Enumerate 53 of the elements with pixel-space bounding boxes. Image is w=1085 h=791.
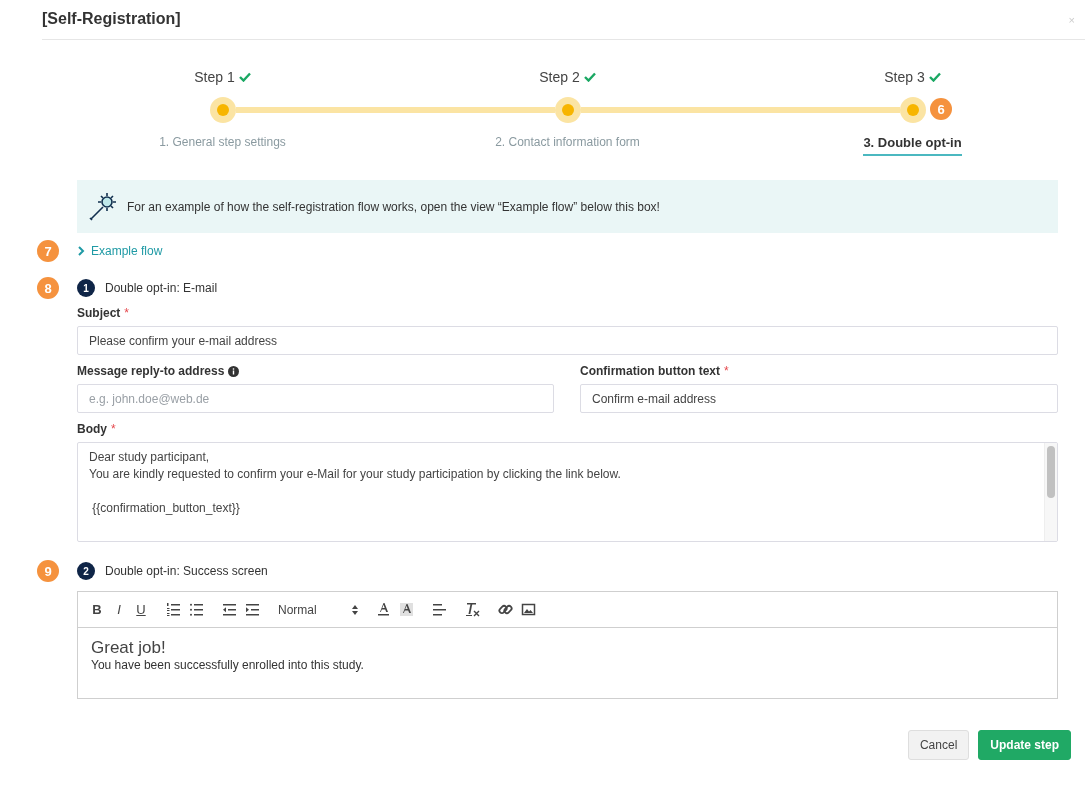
body-field[interactable]: Dear study participant, You are kindly requested to confirm your e-Mail for your study participation by clicking the link below. {{confirmation_button_text}} [77,442,1058,542]
body-text-line: You are kindly requested to confirm your e-Mail for your study participation by clicking the link below. [89,466,622,483]
numbered-list-icon[interactable] [166,602,181,617]
align-left-icon[interactable] [432,602,447,617]
annotation-marker: 6 [930,98,952,120]
annotation-marker: 8 [37,277,59,299]
outdent-icon[interactable] [222,602,237,617]
cancel-button[interactable]: Cancel [907,730,970,760]
image-icon[interactable] [521,602,536,617]
field-label: Confirmation button text [580,364,720,378]
format-select[interactable]: Normal [278,602,358,617]
subject-field[interactable]: Please confirm your e-mail address [77,326,1058,355]
sort-arrows-icon [352,604,358,615]
italic-button[interactable]: I [112,601,126,618]
annotation-marker: 7 [37,240,59,262]
success-heading: Great job! [91,638,167,658]
required-mark: * [724,364,729,378]
body-text-line: Dear study participant, [89,449,211,466]
number-badge: 2 [77,562,95,580]
example-flow-toggle[interactable]: Example flow [77,244,163,258]
required-mark: * [111,422,116,436]
scrollbar[interactable] [1044,443,1057,541]
step-label: Step 2 [539,69,580,85]
info-text: For an example of how the self-registration flow works, open the view “Example flow” below this box! [127,199,660,214]
bullet-list-icon[interactable] [189,602,204,617]
highlight-icon[interactable] [399,602,414,617]
field-label: Message reply-to address [77,364,225,378]
required-mark: * [124,306,129,320]
field-label: Subject [77,306,121,320]
step-dot[interactable] [899,97,926,123]
step-label: Step 1 [194,69,235,85]
success-text: You have been successfully enrolled into this study. [91,658,365,672]
dialog-title: [Self-Registration] [42,9,181,28]
number-badge: 1 [77,279,95,297]
section-title: Double opt-in: Success screen [105,564,268,578]
step-dot[interactable] [209,97,236,123]
underline-button[interactable]: U [134,601,148,618]
annotation-marker: 9 [37,560,59,582]
link-icon[interactable] [498,602,513,617]
clear-format-icon[interactable] [465,602,480,617]
indent-icon[interactable] [245,602,260,617]
button-text-field[interactable]: Confirm e-mail address [580,384,1058,413]
text-color-icon[interactable] [376,602,391,617]
step-label: Step 3 [884,69,925,85]
step-dot[interactable] [554,97,581,123]
section-title: Double opt-in: E-mail [105,281,218,295]
step-tab[interactable]: 3. Double opt-in [863,135,962,156]
body-text-line: {{confirmation_button_text}} [91,500,241,517]
field-label: Body [77,422,107,436]
magic-wand-icon [87,191,117,222]
info-icon [228,365,240,377]
reply-to-field[interactable]: e.g. john.doe@web.de [77,384,554,413]
bold-button[interactable]: B [90,601,104,618]
